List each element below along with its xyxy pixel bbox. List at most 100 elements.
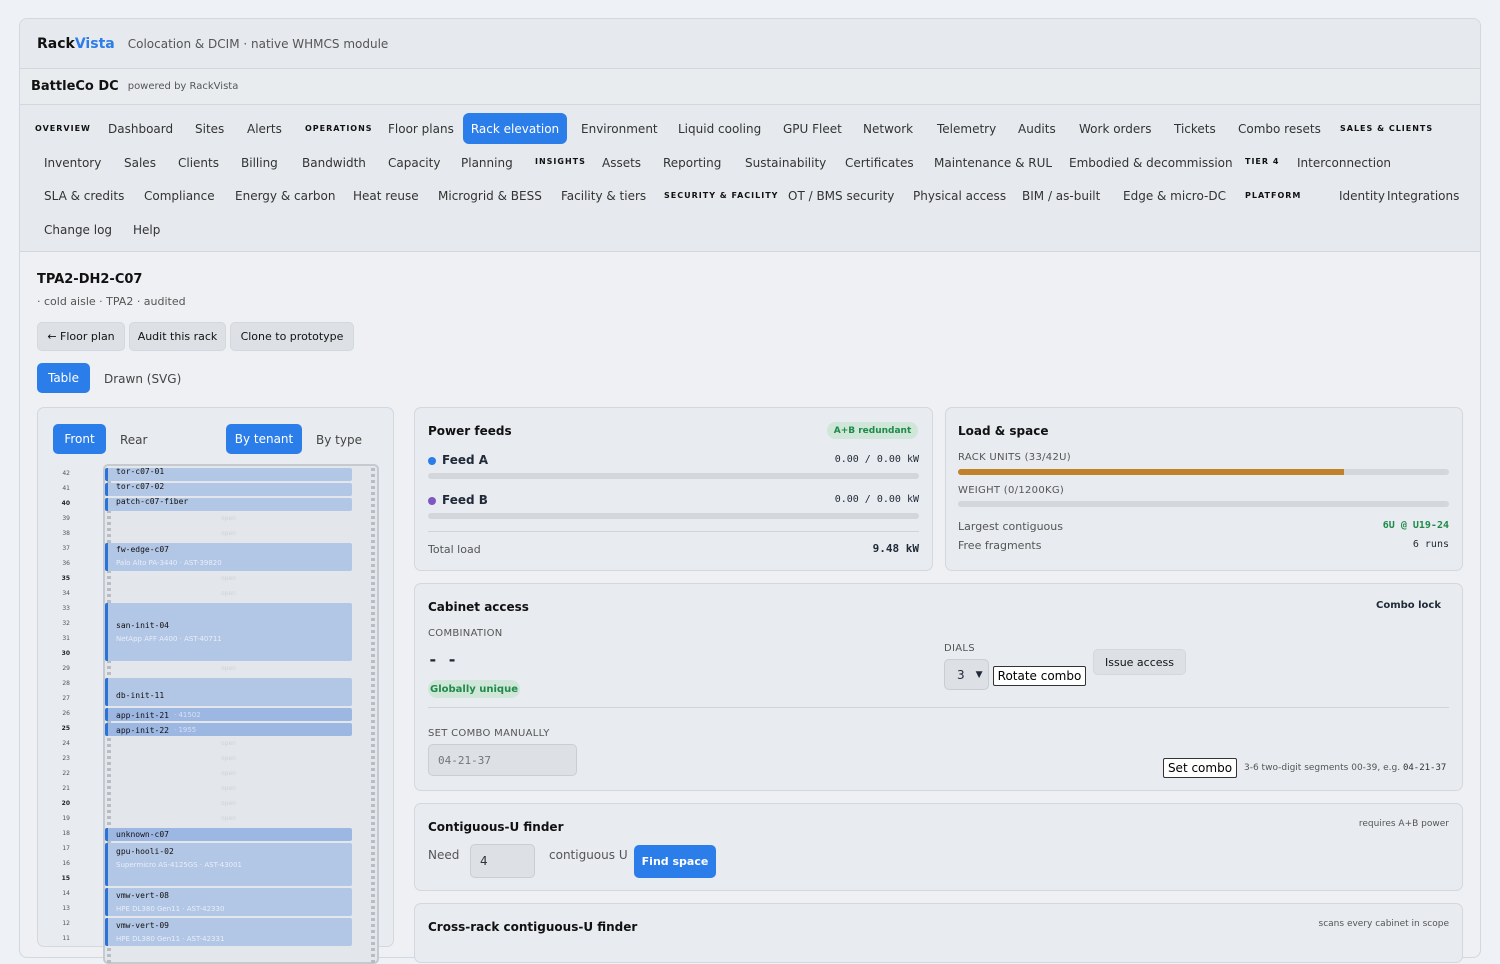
top-bar: RackVista Colocation & DCIM · native WHM… [20,19,1480,69]
tab-drawn-svg[interactable]: Drawn (SVG) [104,372,181,386]
feed-a-bar [428,473,919,479]
nav-item-clients[interactable]: Clients [178,157,219,169]
largest-contiguous-value: 6U @ U19-24 [1382,520,1449,531]
nav-item-environment[interactable]: Environment [581,123,658,135]
nav-section-overview: OVERVIEW [35,124,91,133]
nav-item-audits[interactable]: Audits [1018,123,1056,135]
nav-item-bim[interactable]: BIM / as-built [1022,190,1100,202]
floor-plan-button[interactable]: ← Floor plan [37,322,125,351]
by-type-toggle[interactable]: By type [316,433,362,447]
set-combo-button[interactable]: Set combo [1163,758,1237,778]
rack-device[interactable]: fw-edge-c07 Palo Alto PA-3440 · AST-39820 [105,543,352,571]
nav-item-telemetry[interactable]: Telemetry [937,123,996,135]
nav-item-energy[interactable]: Energy & carbon [235,190,335,202]
rack-device[interactable]: vmw-vert-08 HPE DL380 Gen11 · AST-42330 [105,888,352,916]
rack-device[interactable]: gpu-hooli-02 Supermicro AS-4125GS · AST-4… [105,843,352,886]
nav-item-inventory[interactable]: Inventory [44,157,101,169]
nav-item-alerts[interactable]: Alerts [247,123,282,135]
by-tenant-toggle[interactable]: By tenant [226,424,302,454]
audit-rack-button[interactable]: Audit this rack [129,322,226,351]
need-input[interactable]: 4 [470,844,535,878]
nav-item-microgrid[interactable]: Microgrid & BESS [438,190,542,202]
rack-unit-label: 23 [62,755,70,762]
nav-item-sites[interactable]: Sites [195,123,224,135]
nav-item-work-orders[interactable]: Work orders [1079,123,1151,135]
nav-item-certificates[interactable]: Certificates [845,157,914,169]
open-slot[interactable]: open [105,666,352,672]
front-toggle[interactable]: Front [53,424,106,454]
rack-device[interactable]: tor-c07-02 [105,483,352,496]
nav-item-assets[interactable]: Assets [602,157,641,169]
nav-item-sustainability[interactable]: Sustainability [745,157,826,169]
rack-device[interactable]: unknown-c07 [105,828,352,841]
nav-item-physical-access[interactable]: Physical access [913,190,1006,202]
open-slot[interactable]: open [105,531,352,537]
open-slot[interactable]: open [105,516,352,522]
nav-item-identity[interactable]: Identity [1339,190,1385,202]
open-slot[interactable]: open [105,576,352,582]
rack-unit-label: 15 [61,875,70,882]
nav-item-sales[interactable]: Sales [124,157,156,169]
rack-device[interactable]: tor-c07-01 [105,468,352,481]
find-space-button[interactable]: Find space [634,845,716,878]
nav-item-dashboard[interactable]: Dashboard [108,123,173,135]
nav-item-tickets[interactable]: Tickets [1174,123,1216,135]
nav-item-heat-reuse[interactable]: Heat reuse [353,190,419,202]
rack-device[interactable]: patch-c07-fiber [105,498,352,511]
nav-item-embodied[interactable]: Embodied & decommission [1069,157,1233,169]
nav-item-billing[interactable]: Billing [241,157,278,169]
nav-item-liquid-cooling[interactable]: Liquid cooling [678,123,761,135]
rack-device[interactable]: vmw-vert-09 HPE DL380 Gen11 · AST-42331 [105,918,352,946]
nav-item-planning[interactable]: Planning [461,157,513,169]
rack-unit-label: 12 [62,920,70,927]
rotate-combo-button[interactable]: Rotate combo [993,666,1086,686]
nav-item-network[interactable]: Network [863,123,913,135]
nav-item-maintenance[interactable]: Maintenance & RUL [934,157,1052,169]
rack-device[interactable]: db-init-11 [105,678,352,706]
brand-logo[interactable]: RackVista [37,36,115,52]
nav-item-edge[interactable]: Edge & micro-DC [1123,190,1226,202]
rack-device[interactable]: app-init-22 · 1955 [105,723,352,736]
open-slot[interactable]: open [105,786,352,792]
device-name: app-init-22 [116,726,169,735]
open-slot[interactable]: open [105,816,352,822]
page-title: TPA2-DH2-C07 [37,272,143,287]
nav-item-reporting[interactable]: Reporting [663,157,721,169]
device-extra: · 1955 [174,726,197,734]
nav-item-floor-plans[interactable]: Floor plans [388,123,454,135]
open-slot[interactable]: open [105,591,352,597]
nav-item-bandwidth[interactable]: Bandwidth [302,157,366,169]
weight-label: WEIGHT (0/1200KG) [958,485,1065,496]
feed-b-bar [428,513,919,519]
clone-prototype-button[interactable]: Clone to prototype [230,322,354,351]
dials-label: DIALS [944,643,975,654]
nav-item-combo-resets[interactable]: Combo resets [1238,123,1321,135]
nav-item-compliance[interactable]: Compliance [144,190,215,202]
nav-item-rack-elevation[interactable]: Rack elevation [463,113,567,144]
dials-select[interactable]: 3 ▼ [944,659,989,690]
nav-item-gpu-fleet[interactable]: GPU Fleet [783,123,842,135]
open-slot[interactable]: open [105,771,352,777]
tab-table[interactable]: Table [37,363,90,393]
nav-item-integrations[interactable]: Integrations [1387,190,1459,202]
rack-unit-label: 27 [62,695,70,702]
device-name: tor-c07-01 [116,467,165,476]
open-slot[interactable]: open [105,741,352,747]
nav-item-capacity[interactable]: Capacity [388,157,440,169]
rack-unit-label: 28 [62,680,70,687]
nav-item-interconnection[interactable]: Interconnection [1297,157,1391,169]
nav-item-help[interactable]: Help [133,224,160,236]
manual-combo-input[interactable] [428,744,577,776]
open-slot[interactable]: open [105,756,352,762]
nav-item-change-log[interactable]: Change log [44,224,112,236]
open-slot[interactable]: open [105,801,352,807]
rear-toggle[interactable]: Rear [120,433,147,447]
rack-device[interactable]: san-init-04 NetApp AFF A400 · AST-40711 [105,603,352,661]
nav-item-sla[interactable]: SLA & credits [44,190,124,202]
rack-rail-right [371,468,375,964]
page-subtitle: · cold aisle · TPA2 · audited [37,295,186,308]
issue-access-button[interactable]: Issue access [1093,649,1186,675]
rack-device[interactable]: app-init-21 · 41502 [105,708,352,721]
nav-item-facility[interactable]: Facility & tiers [561,190,646,202]
nav-item-ot-bms[interactable]: OT / BMS security [788,190,894,202]
